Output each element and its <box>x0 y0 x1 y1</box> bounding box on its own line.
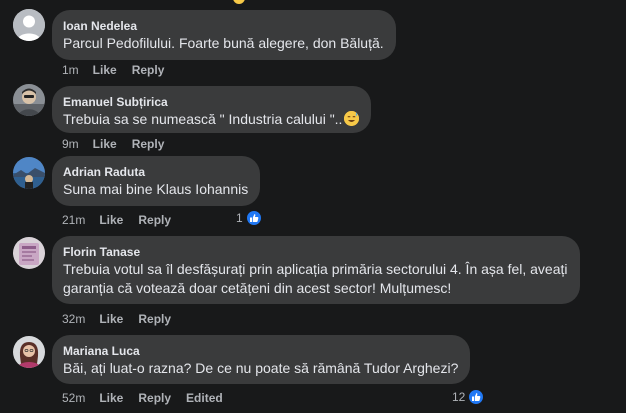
like-icon <box>467 388 486 406</box>
reply-button[interactable]: Reply <box>138 391 171 405</box>
comment-bubble: Emanuel Subțirica Trebuia sa se numească… <box>52 86 372 133</box>
comment-author[interactable]: Ioan Nedelea <box>63 18 384 34</box>
grinning-sweat-emoji-icon <box>344 111 360 126</box>
like-button[interactable]: Like <box>99 312 123 326</box>
comment-timestamp[interactable]: 21m <box>62 213 85 227</box>
comment-author[interactable]: Mariana Luca <box>63 343 458 359</box>
comment-timestamp[interactable]: 32m <box>62 312 85 326</box>
avatar[interactable] <box>13 84 45 116</box>
reaction-summary[interactable]: 1 <box>236 209 263 227</box>
comment-text: Trebuia sa se numească " Industria calul… <box>63 110 360 129</box>
comment-bubble: Adrian Raduta Suna mai bine Klaus Iohann… <box>52 156 261 206</box>
reaction-summary[interactable]: 12 <box>452 388 486 406</box>
avatar[interactable] <box>13 9 45 41</box>
comment-actions: 1m Like Reply <box>62 63 179 77</box>
reaction-count: 12 <box>452 390 466 404</box>
reaction-count: 1 <box>236 211 243 225</box>
comment-timestamp[interactable]: 9m <box>62 137 79 151</box>
comment-author[interactable]: Adrian Raduta <box>63 164 248 180</box>
comment-actions: 52m Like Reply Edited <box>62 391 223 405</box>
comment-author[interactable]: Emanuel Subțirica <box>63 94 359 110</box>
comment-author[interactable]: Florin Tanase <box>63 244 568 260</box>
reply-button[interactable]: Reply <box>132 63 165 77</box>
like-button[interactable]: Like <box>99 213 123 227</box>
comment-actions: 32m Like Reply <box>62 312 186 326</box>
comment-text: Parcul Pedofilului. Foarte bună alegere,… <box>63 35 384 51</box>
comment-text-content: Trebuia sa se numească " Industria calul… <box>63 111 343 127</box>
comment-timestamp[interactable]: 52m <box>62 391 85 405</box>
reply-button[interactable]: Reply <box>132 137 165 151</box>
like-button[interactable]: Like <box>93 63 117 77</box>
comment-actions: 21m Like Reply <box>62 213 186 227</box>
comment-actions: 9m Like Reply <box>62 137 179 151</box>
edited-label[interactable]: Edited <box>186 391 223 405</box>
comment-bubble: Mariana Luca Băi, ați luat-o razna? De c… <box>52 335 471 384</box>
avatar[interactable] <box>13 237 45 269</box>
like-button[interactable]: Like <box>99 391 123 405</box>
avatar[interactable] <box>13 157 45 189</box>
comment-text: Băi, ați luat-o razna? De ce nu poate să… <box>63 360 459 376</box>
top-reaction-badge-partial <box>232 0 246 4</box>
like-button[interactable]: Like <box>93 137 117 151</box>
reply-button[interactable]: Reply <box>138 312 171 326</box>
reply-button[interactable]: Reply <box>138 213 171 227</box>
comment-feed: Ioan Nedelea Parcul Pedofilului. Foarte … <box>0 0 626 413</box>
comment-text: Suna mai bine Klaus Iohannis <box>63 181 249 197</box>
comment-text-line: Trebuia votul sa îl desfășurați prin apl… <box>63 261 568 277</box>
comment-timestamp[interactable]: 1m <box>62 63 79 77</box>
comment-text-line: garanția că votează doar cetățeni din ac… <box>63 280 452 296</box>
comment-bubble: Ioan Nedelea Parcul Pedofilului. Foarte … <box>52 10 396 60</box>
avatar[interactable] <box>13 336 45 368</box>
like-icon <box>244 209 263 227</box>
comment-bubble: Florin Tanase Trebuia votul sa îl desfăș… <box>52 236 580 304</box>
